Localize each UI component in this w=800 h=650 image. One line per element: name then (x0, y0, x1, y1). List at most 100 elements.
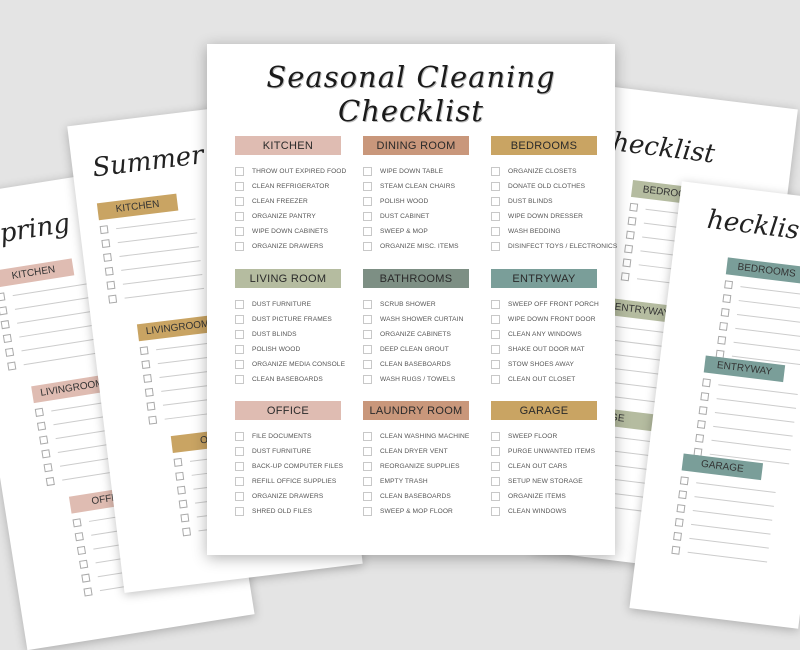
checklist-item[interactable]: CLEAN REFRIGERATOR (235, 179, 341, 194)
checkbox[interactable] (491, 330, 500, 339)
checkbox[interactable] (491, 227, 500, 236)
checklist-item[interactable]: CLEAN BASEBOARDS (363, 489, 469, 504)
checkbox[interactable] (363, 227, 372, 236)
checklist-item[interactable]: ORGANIZE DRAWERS (235, 239, 341, 254)
checkbox[interactable] (363, 182, 372, 191)
checkbox[interactable] (363, 462, 372, 471)
checklist-item[interactable]: SWEEP OFF FRONT PORCH (491, 297, 599, 312)
checklist-item[interactable]: WIPE DOWN FRONT DOOR (491, 312, 597, 327)
checklist-item[interactable]: REORGANIZE SUPPLIES (363, 459, 469, 474)
checklist-item[interactable]: ORGANIZE ITEMS (491, 489, 597, 504)
checklist-item[interactable]: SHAKE OUT DOOR MAT (491, 342, 597, 357)
checklist-item[interactable]: DUST PICTURE FRAMES (235, 312, 341, 327)
checklist-item[interactable]: SCRUB SHOWER (363, 297, 469, 312)
checkbox[interactable] (491, 447, 500, 456)
checkbox[interactable] (491, 197, 500, 206)
checklist-item[interactable]: DEEP CLEAN GROUT (363, 342, 469, 357)
checkbox[interactable] (235, 360, 244, 369)
checklist-item[interactable]: FILE DOCUMENTS (235, 429, 341, 444)
checkbox[interactable] (363, 345, 372, 354)
checklist-item[interactable]: DONATE OLD CLOTHES (491, 179, 597, 194)
checkbox[interactable] (491, 477, 500, 486)
checkbox[interactable] (235, 477, 244, 486)
checkbox[interactable] (363, 197, 372, 206)
checkbox[interactable] (363, 242, 372, 251)
checklist-item[interactable]: SWEEP & MOP FLOOR (363, 504, 469, 519)
checkbox[interactable] (363, 360, 372, 369)
checkbox[interactable] (363, 507, 372, 516)
checklist-item[interactable]: DISINFECT TOYS / ELECTRONICS (491, 239, 617, 254)
checkbox[interactable] (491, 432, 500, 441)
checklist-item[interactable]: EMPTY TRASH (363, 474, 469, 489)
checkbox[interactable] (235, 492, 244, 501)
checklist-item[interactable]: ORGANIZE MISC. ITEMS (363, 239, 469, 254)
checkbox[interactable] (363, 212, 372, 221)
checkbox[interactable] (491, 462, 500, 471)
checkbox[interactable] (363, 300, 372, 309)
checkbox[interactable] (363, 447, 372, 456)
checkbox[interactable] (363, 315, 372, 324)
checkbox[interactable] (235, 330, 244, 339)
checkbox[interactable] (491, 242, 500, 251)
checkbox[interactable] (235, 242, 244, 251)
checkbox[interactable] (491, 212, 500, 221)
checklist-item[interactable]: CLEAN WINDOWS (491, 504, 597, 519)
checkbox[interactable] (235, 182, 244, 191)
checklist-item[interactable]: STOW SHOES AWAY (491, 357, 597, 372)
checklist-item[interactable]: WASH RUGS / TOWELS (363, 372, 469, 387)
checkbox[interactable] (235, 167, 244, 176)
checklist-item[interactable]: BACK-UP COMPUTER FILES (235, 459, 343, 474)
checklist-item[interactable]: CLEAN BASEBOARDS (363, 357, 469, 372)
checklist-item[interactable]: REFILL OFFICE SUPPLIES (235, 474, 341, 489)
checklist-item[interactable]: POLISH WOOD (235, 342, 341, 357)
checklist-item[interactable]: ORGANIZE MEDIA CONSOLE (235, 357, 345, 372)
checklist-item[interactable]: SWEEP & MOP (363, 224, 469, 239)
checklist-item[interactable]: ORGANIZE PANTRY (235, 209, 341, 224)
checklist-item[interactable]: STEAM CLEAN CHAIRS (363, 179, 469, 194)
checkbox[interactable] (235, 345, 244, 354)
checkbox[interactable] (491, 182, 500, 191)
checkbox[interactable] (491, 345, 500, 354)
checkbox[interactable] (235, 300, 244, 309)
checklist-item[interactable]: SETUP NEW STORAGE (491, 474, 597, 489)
checkbox[interactable] (363, 375, 372, 384)
checklist-item[interactable]: ORGANIZE CLOSETS (491, 164, 597, 179)
checklist-item[interactable]: DUST BLINDS (235, 327, 341, 342)
checkbox[interactable] (491, 375, 500, 384)
checkbox[interactable] (363, 432, 372, 441)
checklist-item[interactable]: ORGANIZE CABINETS (363, 327, 469, 342)
checkbox[interactable] (363, 167, 372, 176)
checklist-item[interactable]: DUST BLINDS (491, 194, 597, 209)
checklist-item[interactable]: DUST FURNITURE (235, 444, 341, 459)
checklist-item[interactable]: PURGE UNWANTED ITEMS (491, 444, 597, 459)
checkbox[interactable] (235, 462, 244, 471)
checklist-item[interactable]: WASH SHOWER CURTAIN (363, 312, 469, 327)
checklist-item[interactable]: WASH BEDDING (491, 224, 597, 239)
checklist-item[interactable]: CLEAN ANY WINDOWS (491, 327, 597, 342)
checkbox[interactable] (235, 227, 244, 236)
checklist-item[interactable]: SWEEP FLOOR (491, 429, 597, 444)
checkbox[interactable] (491, 492, 500, 501)
checkbox[interactable] (235, 432, 244, 441)
checkbox[interactable] (235, 375, 244, 384)
checklist-item[interactable]: WIPE DOWN DRESSER (491, 209, 597, 224)
checkbox[interactable] (491, 360, 500, 369)
checklist-item[interactable]: POLISH WOOD (363, 194, 469, 209)
checkbox[interactable] (491, 300, 500, 309)
checklist-item[interactable]: DUST FURNITURE (235, 297, 341, 312)
checkbox[interactable] (363, 477, 372, 486)
checklist-item[interactable]: WIPE DOWN TABLE (363, 164, 469, 179)
checklist-item[interactable]: CLEAN OUT CLOSET (491, 372, 597, 387)
checkbox[interactable] (363, 492, 372, 501)
checkbox[interactable] (491, 167, 500, 176)
checkbox[interactable] (235, 507, 244, 516)
checkbox[interactable] (235, 212, 244, 221)
checkbox[interactable] (235, 197, 244, 206)
checkbox[interactable] (235, 447, 244, 456)
checklist-item[interactable]: THROW OUT EXPIRED FOOD (235, 164, 346, 179)
checkbox[interactable] (363, 330, 372, 339)
checklist-item[interactable]: ORGANIZE DRAWERS (235, 489, 341, 504)
checkbox[interactable] (235, 315, 244, 324)
checklist-item[interactable]: CLEAN OUT CARS (491, 459, 597, 474)
checkbox[interactable] (491, 315, 500, 324)
